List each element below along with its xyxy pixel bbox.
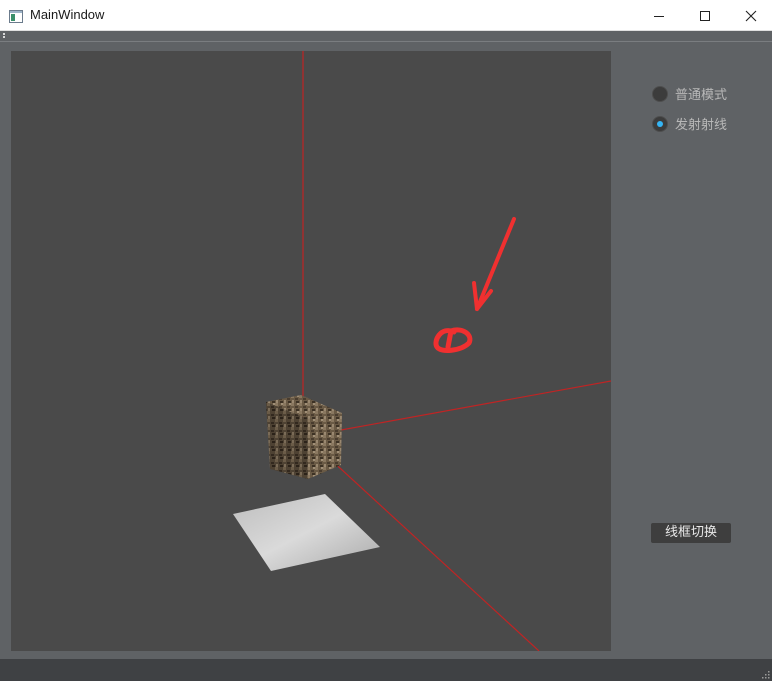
radio-normal-label: 普通模式 [675,88,728,103]
app-icon [9,8,23,23]
minimize-icon [654,15,664,17]
3d-viewport[interactable] [11,51,611,651]
toolbar-area [0,31,772,42]
textured-cube [266,395,342,479]
status-bar [0,659,772,681]
radio-ray-indicator[interactable] [652,115,668,132]
wireframe-toggle-button[interactable]: 线框切换 [651,523,731,543]
radio-ray-mode[interactable]: 发射射线 [652,114,727,133]
radio-normal-indicator[interactable] [652,85,668,102]
x-axis-line [340,380,611,431]
title-bar: MainWindow [0,0,772,31]
maximize-icon [700,10,710,21]
red-annotation [433,217,516,353]
close-button[interactable] [728,0,772,31]
ground-plane [233,494,380,571]
maximize-button[interactable] [682,0,728,31]
radio-ray-label: 发射射线 [675,118,728,133]
toolbar-handle[interactable] [3,33,6,39]
minimize-button[interactable] [636,0,682,31]
window-title: MainWindow [30,7,105,22]
close-icon [745,10,757,21]
resize-grip-icon[interactable] [760,669,770,679]
radio-normal-mode[interactable]: 普通模式 [652,84,727,103]
